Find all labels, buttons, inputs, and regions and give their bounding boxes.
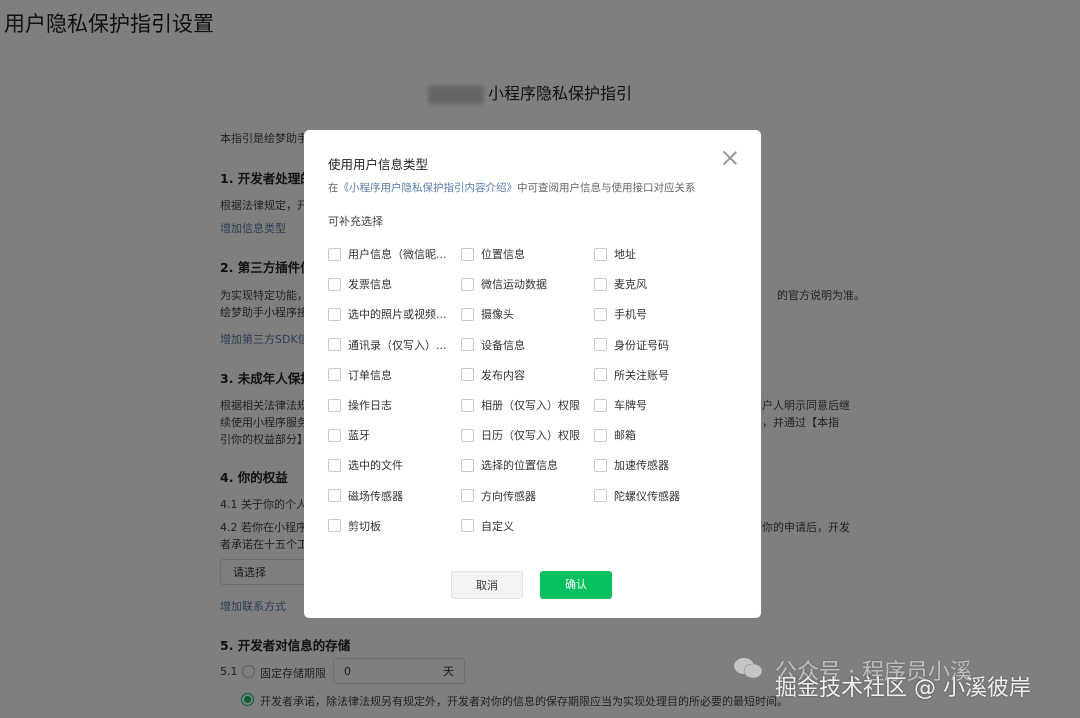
option-label: 蓝牙 (348, 429, 370, 443)
checkbox[interactable] (461, 368, 474, 382)
option-label: 邮箱 (614, 429, 636, 443)
confirm-button[interactable]: 确认 (540, 571, 612, 599)
checkbox[interactable] (594, 398, 607, 412)
info-type-option[interactable]: 设备信息 (461, 337, 525, 353)
checkbox[interactable] (328, 398, 341, 412)
info-type-option[interactable]: 相册（仅写入）权限 (461, 397, 580, 413)
checkbox[interactable] (328, 338, 341, 352)
info-type-option[interactable]: 摄像头 (461, 306, 514, 322)
checkbox[interactable] (328, 368, 341, 382)
privacy-guide-intro-link[interactable]: 《小程序用户隐私保护指引内容介绍》 (339, 182, 518, 194)
info-type-option[interactable]: 操作日志 (328, 397, 392, 413)
option-label: 发票信息 (348, 278, 392, 292)
info-type-option[interactable]: 发票信息 (328, 276, 392, 292)
info-type-option[interactable]: 位置信息 (461, 246, 525, 262)
checkbox[interactable] (461, 519, 474, 533)
info-type-option[interactable]: 邮箱 (594, 427, 636, 443)
option-label: 选择的位置信息 (481, 459, 558, 473)
option-label: 手机号 (614, 308, 647, 322)
info-type-option[interactable]: 用户信息（微信昵... (328, 246, 447, 262)
option-label: 身份证号码 (614, 338, 669, 352)
checkbox[interactable] (594, 277, 607, 291)
dialog-title: 使用用户信息类型 (328, 157, 429, 172)
option-label: 相册（仅写入）权限 (481, 399, 580, 412)
info-type-option[interactable]: 日历（仅写入）权限 (461, 427, 580, 443)
info-type-option[interactable]: 剪切板 (328, 518, 381, 534)
checkbox[interactable] (461, 398, 474, 412)
info-type-option[interactable]: 选中的文件 (328, 457, 403, 473)
cancel-button[interactable]: 取消 (451, 571, 523, 599)
option-label: 发布内容 (481, 368, 525, 382)
checkbox[interactable] (328, 247, 341, 261)
info-type-option[interactable]: 蓝牙 (328, 427, 370, 443)
option-label: 用户信息（微信昵... (348, 248, 447, 261)
option-label: 自定义 (481, 519, 514, 533)
option-label: 位置信息 (481, 248, 525, 261)
info-type-option[interactable]: 加速传感器 (594, 457, 669, 473)
info-type-option[interactable]: 通讯录（仅写入）... (328, 337, 447, 353)
option-label: 麦克风 (614, 278, 647, 292)
checkbox[interactable] (461, 307, 474, 321)
info-type-option[interactable]: 订单信息 (328, 367, 392, 383)
checkbox[interactable] (594, 428, 607, 442)
option-label: 选中的照片或视频... (348, 308, 447, 322)
watermark-line-2: 掘金技术社区 @ 小溪彼岸 (775, 676, 1031, 701)
info-type-option[interactable]: 车牌号 (594, 397, 647, 413)
option-label: 操作日志 (348, 399, 392, 412)
option-label: 摄像头 (481, 308, 514, 322)
option-label: 选中的文件 (348, 459, 403, 473)
option-label: 微信运动数据 (481, 278, 547, 292)
checkbox[interactable] (461, 458, 474, 472)
option-label: 车牌号 (614, 399, 647, 412)
info-type-option[interactable]: 选中的照片或视频... (328, 306, 447, 322)
info-type-option[interactable]: 地址 (594, 246, 636, 262)
info-type-option[interactable]: 方向传感器 (461, 488, 536, 504)
option-label: 方向传感器 (481, 489, 536, 503)
checkbox[interactable] (461, 428, 474, 442)
checkbox[interactable] (594, 489, 607, 503)
checkbox[interactable] (328, 307, 341, 321)
checkbox[interactable] (328, 428, 341, 442)
info-type-option[interactable]: 发布内容 (461, 367, 525, 383)
close-icon[interactable] (722, 150, 738, 166)
checkbox[interactable] (594, 307, 607, 321)
hint-prefix: 在 (328, 182, 339, 194)
info-type-option[interactable]: 麦克风 (594, 276, 647, 292)
option-label: 通讯录（仅写入）... (348, 338, 447, 352)
option-label: 设备信息 (481, 338, 525, 352)
checkbox[interactable] (328, 489, 341, 503)
checkbox[interactable] (328, 277, 341, 291)
checkbox[interactable] (328, 458, 341, 472)
info-type-option[interactable]: 手机号 (594, 306, 647, 322)
checkbox[interactable] (328, 519, 341, 533)
checkbox[interactable] (461, 247, 474, 261)
checkbox[interactable] (594, 368, 607, 382)
info-type-option[interactable]: 所关注账号 (594, 367, 669, 383)
option-label: 订单信息 (348, 368, 392, 382)
info-type-option[interactable]: 磁场传感器 (328, 488, 403, 504)
option-label: 剪切板 (348, 519, 381, 533)
checkbox[interactable] (594, 338, 607, 352)
wechat-logo-icon (734, 658, 763, 679)
info-type-option[interactable]: 选择的位置信息 (461, 457, 558, 473)
option-label: 地址 (614, 248, 636, 261)
user-info-type-dialog: 使用用户信息类型 在《小程序用户隐私保护指引内容介绍》中可查阅用户信息与使用接口… (304, 130, 761, 618)
dialog-hint: 在《小程序用户隐私保护指引内容介绍》中可查阅用户信息与使用接口对应关系 (328, 180, 696, 195)
option-label: 日历（仅写入）权限 (481, 429, 580, 443)
option-label: 所关注账号 (614, 368, 669, 382)
info-type-option[interactable]: 身份证号码 (594, 337, 669, 353)
hint-suffix: 中可查阅用户信息与使用接口对应关系 (517, 182, 696, 194)
checkbox[interactable] (461, 489, 474, 503)
checkbox[interactable] (461, 277, 474, 291)
checkbox[interactable] (461, 338, 474, 352)
info-type-option[interactable]: 陀螺仪传感器 (594, 488, 680, 504)
option-label: 陀螺仪传感器 (614, 489, 680, 503)
checkbox[interactable] (594, 458, 607, 472)
dialog-subtitle: 可补充选择 (328, 215, 383, 228)
info-type-option[interactable]: 微信运动数据 (461, 276, 547, 292)
option-label: 磁场传感器 (348, 489, 403, 503)
option-label: 加速传感器 (614, 459, 669, 473)
info-type-option[interactable]: 自定义 (461, 518, 514, 534)
checkbox[interactable] (594, 247, 607, 261)
